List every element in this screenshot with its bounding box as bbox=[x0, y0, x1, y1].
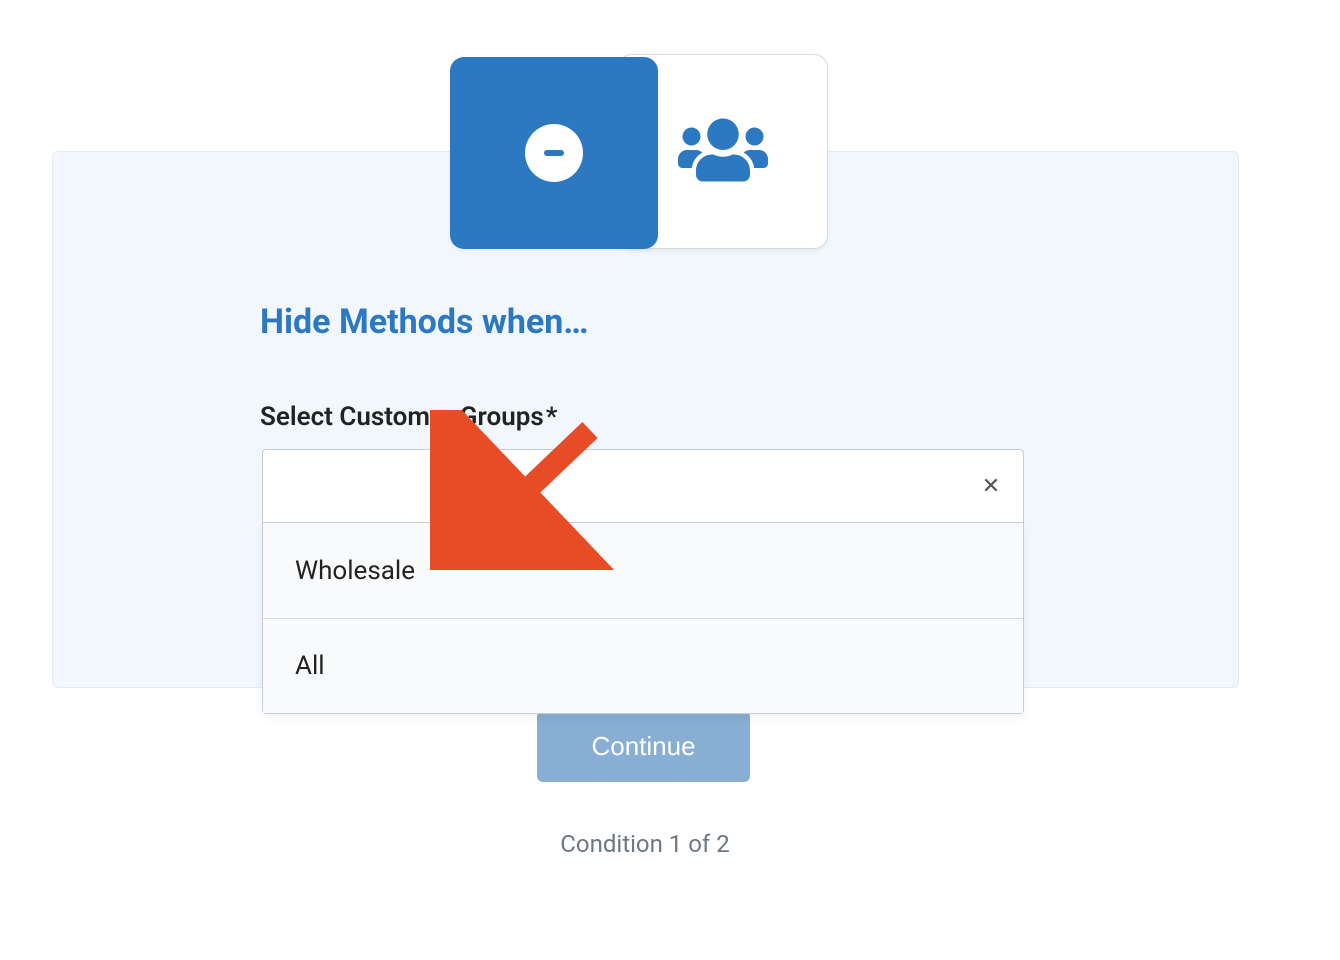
close-icon[interactable]: ✕ bbox=[977, 472, 1005, 500]
select-input[interactable]: ✕ bbox=[262, 449, 1024, 523]
minus-circle-icon bbox=[525, 124, 583, 182]
select-dropdown: Wholesale All bbox=[262, 523, 1024, 714]
field-label-text: Select Customer Groups bbox=[260, 402, 544, 432]
progress-text: Condition 1 of 2 bbox=[0, 830, 1290, 858]
section-heading: Hide Methods when… bbox=[260, 302, 589, 342]
field-label: Select Customer Groups* bbox=[260, 402, 557, 432]
header-cards bbox=[450, 12, 828, 249]
required-mark: * bbox=[546, 402, 558, 432]
minus-bar bbox=[544, 150, 564, 156]
option-all[interactable]: All bbox=[263, 618, 1023, 713]
card-action bbox=[450, 57, 658, 249]
option-wholesale[interactable]: Wholesale bbox=[263, 523, 1023, 618]
continue-button[interactable]: Continue bbox=[537, 711, 750, 782]
group-icon bbox=[674, 114, 772, 190]
customer-groups-select[interactable]: ✕ Wholesale All bbox=[262, 449, 1024, 714]
